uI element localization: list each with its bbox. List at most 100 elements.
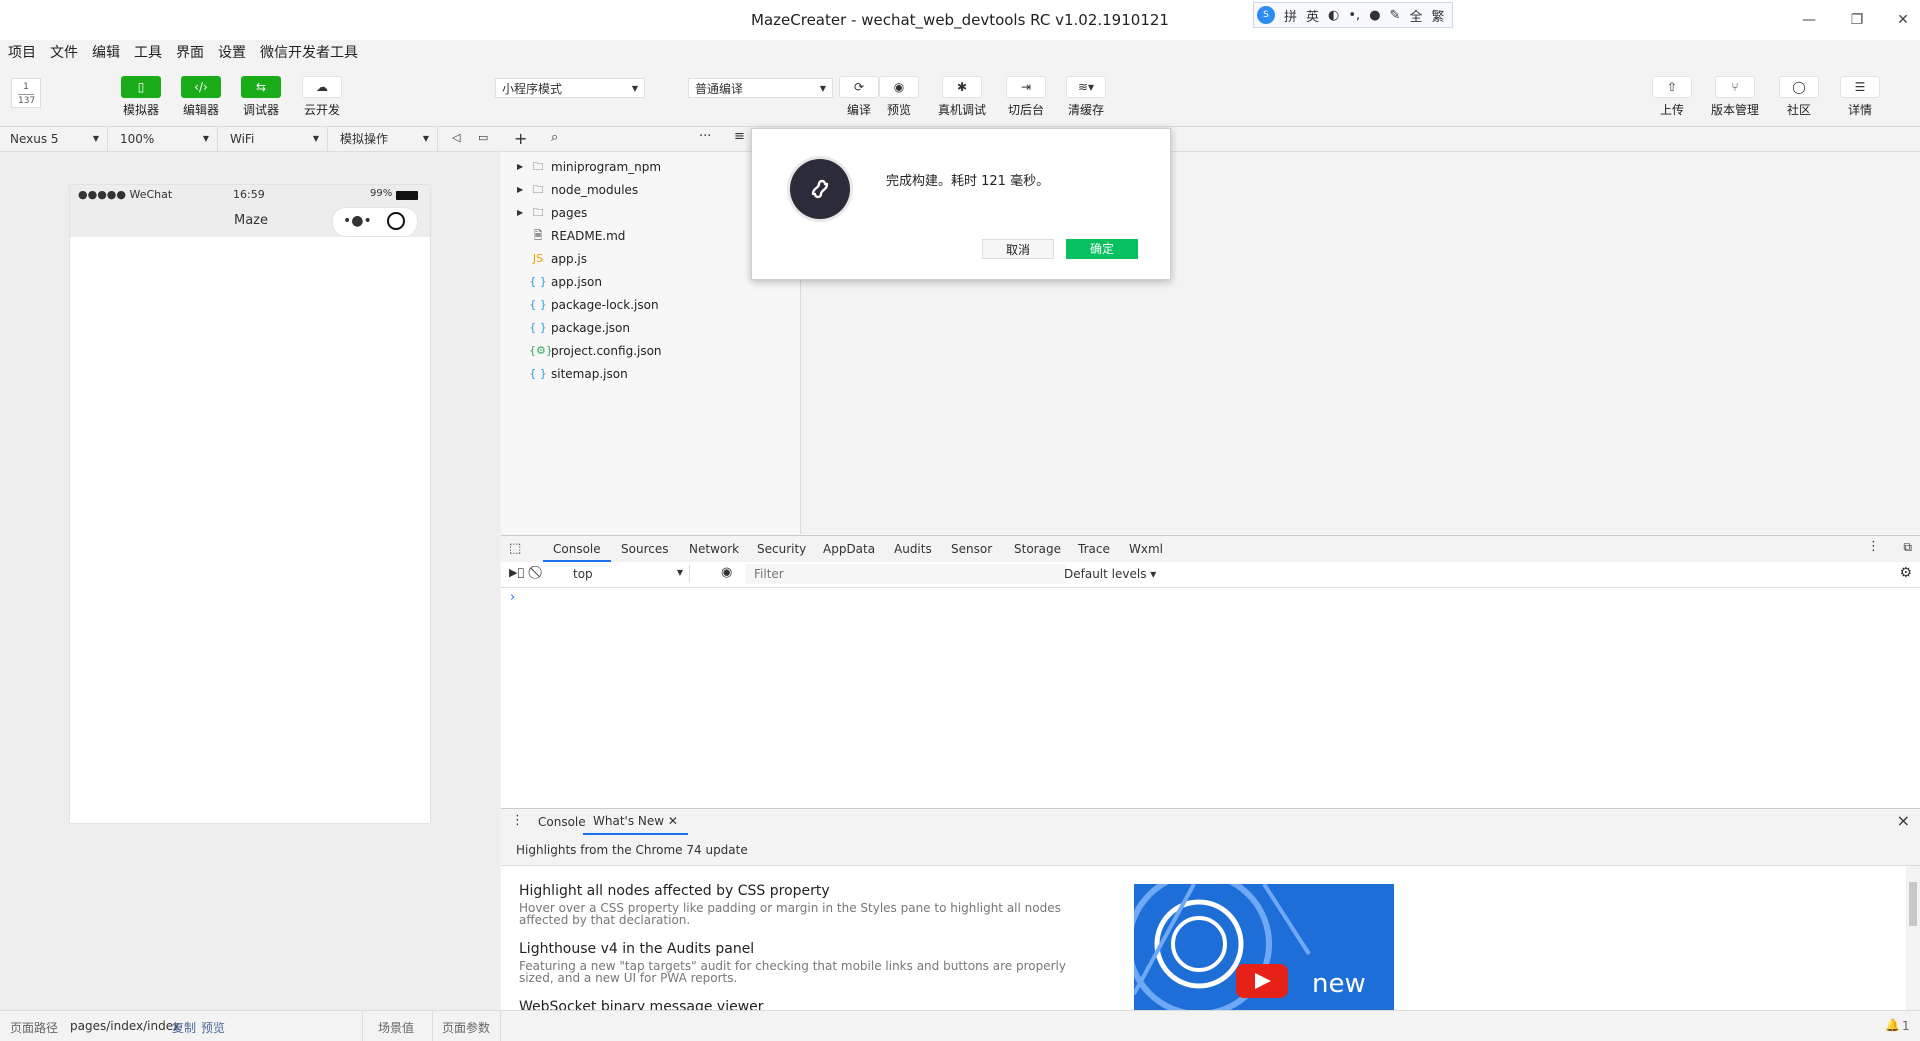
expand-arrow-icon[interactable]: ▶ xyxy=(517,202,529,224)
ime-pen-icon[interactable]: ✎ xyxy=(1390,8,1401,23)
devtools-tab-audits[interactable]: Audits xyxy=(894,536,932,562)
console-output[interactable]: › xyxy=(501,588,1920,808)
cloud-button[interactable]: ☁ 云开发 xyxy=(294,76,350,118)
file-tree-item[interactable]: {⚙} project.config.json xyxy=(517,340,662,362)
operation-select[interactable]: 模拟操作 ▼ xyxy=(330,127,438,151)
tab-close-icon[interactable]: ✕ xyxy=(668,814,678,828)
file-tree-item[interactable]: { } sitemap.json xyxy=(517,363,627,385)
file-tree-item[interactable]: ▶ 🗀 pages xyxy=(517,202,587,224)
ime-punct-icon[interactable]: •, xyxy=(1348,8,1360,23)
close-target-icon[interactable] xyxy=(387,212,405,230)
ime-traditional[interactable]: 繁 xyxy=(1431,6,1444,25)
simulator-button[interactable]: ▯ 模拟器 xyxy=(113,76,169,118)
ok-button[interactable]: 确定 xyxy=(1066,239,1138,259)
drawer-tab-console[interactable]: Console xyxy=(538,815,586,829)
menu-interface[interactable]: 界面 xyxy=(176,45,204,61)
file-tree-item[interactable]: 🗎 README.md xyxy=(517,225,626,247)
network-select[interactable]: WiFi ▼ xyxy=(220,127,328,151)
detach-icon[interactable]: ▭ xyxy=(478,131,488,144)
more-icon[interactable]: ··· xyxy=(699,129,711,144)
device-select[interactable]: Nexus 5 ▼ xyxy=(0,127,108,151)
devtools-tab-sensor[interactable]: Sensor xyxy=(951,536,992,562)
eye-icon[interactable]: ◉ xyxy=(721,565,732,580)
editor-button[interactable]: ‹/› 编辑器 xyxy=(173,76,229,118)
devtools-tab-sources[interactable]: Sources xyxy=(621,536,668,562)
scrollbar[interactable] xyxy=(1906,866,1920,1010)
menu-file[interactable]: 文件 xyxy=(50,45,78,61)
gear-icon[interactable]: ⚙ xyxy=(1899,565,1912,581)
remote-debug-button[interactable]: ✱ 真机调试 xyxy=(934,76,990,118)
drawer-menu-icon[interactable]: ⋮ xyxy=(511,813,524,828)
scrollbar-thumb[interactable] xyxy=(1909,882,1917,926)
devtools-tab-console[interactable]: Console xyxy=(543,536,611,562)
mode-select[interactable]: 小程序模式 ▼ xyxy=(495,78,645,98)
whats-new-item[interactable]: Highlight all nodes affected by CSS prop… xyxy=(519,883,1089,926)
ime-mic-icon[interactable]: ● xyxy=(1369,8,1380,23)
version-button[interactable]: ⑂ 版本管理 xyxy=(1707,76,1763,118)
zoom-select[interactable]: 100% ▼ xyxy=(110,127,218,151)
devtools-tab-wxml[interactable]: Wxml xyxy=(1129,536,1163,562)
cancel-button[interactable]: 取消 xyxy=(982,239,1054,259)
more-vert-icon[interactable]: ⋮ xyxy=(1867,539,1880,554)
menu-edit[interactable]: 编辑 xyxy=(92,45,120,61)
ime-toolbar[interactable]: S 拼 英 ◐ •, ● ✎ 全 繁 xyxy=(1253,2,1454,28)
menu-settings[interactable]: 设置 xyxy=(218,45,246,61)
file-tree-item[interactable]: ▶ 🗀 miniprogram_npm xyxy=(517,156,661,178)
menu-project[interactable]: 项目 xyxy=(8,45,36,61)
ime-english[interactable]: 英 xyxy=(1306,6,1319,25)
page-params-button[interactable]: 页面参数 xyxy=(442,1019,490,1036)
bell-icon[interactable]: 🔔 xyxy=(1885,1018,1900,1032)
file-tree-item[interactable]: { } app.json xyxy=(517,271,602,293)
preview-button[interactable]: ◉ 预览 xyxy=(871,76,927,118)
details-button[interactable]: ☰ 详情 xyxy=(1832,76,1888,118)
whats-new-item[interactable]: Lighthouse v4 in the Audits panel Featur… xyxy=(519,941,1089,984)
clear-cache-button[interactable]: ≋▾ 清缓存 xyxy=(1058,76,1114,118)
inspect-icon[interactable]: ⬚ xyxy=(509,541,521,556)
upload-button[interactable]: ⇧ 上传 xyxy=(1644,76,1700,118)
expand-arrow-icon[interactable]: ▶ xyxy=(517,156,529,178)
add-icon[interactable]: + xyxy=(514,129,527,148)
devtools-tab-storage[interactable]: Storage xyxy=(1014,536,1061,562)
preview-link[interactable]: 预览 xyxy=(201,1019,225,1036)
search-icon[interactable]: ⌕ xyxy=(551,130,558,145)
file-tree-item[interactable]: { } package-lock.json xyxy=(517,294,658,316)
debugger-button[interactable]: ⇆ 调试器 xyxy=(233,76,289,118)
copy-link[interactable]: 复制 xyxy=(172,1019,196,1036)
capsule-menu[interactable]: •●• xyxy=(332,207,418,237)
collapse-icon[interactable]: ≡ xyxy=(734,129,745,144)
devtools-tab-network[interactable]: Network xyxy=(689,536,739,562)
file-tree-item[interactable]: ▶ 🗀 node_modules xyxy=(517,179,638,201)
sidebar-toggle-icon[interactable]: ▶⃞ xyxy=(509,566,524,579)
whats-new-item[interactable]: WebSocket binary message viewer xyxy=(519,999,764,1010)
restore-button[interactable]: ❐ xyxy=(1845,8,1869,32)
scene-button[interactable]: 场景值 xyxy=(378,1019,414,1036)
menu-wechat-devtools[interactable]: 微信开发者工具 xyxy=(260,45,358,61)
minimize-button[interactable]: — xyxy=(1797,8,1821,32)
phone-screen[interactable]: ●●●●● WeChat 16:59 99% Maze •●• xyxy=(70,185,430,823)
avatar[interactable]: 1 137 xyxy=(11,78,41,108)
devtools-tab-trace[interactable]: Trace xyxy=(1078,536,1110,562)
context-select[interactable]: top ▼ xyxy=(559,565,690,583)
levels-select[interactable]: Default levels ▾ xyxy=(1064,567,1156,581)
console-filter-input[interactable] xyxy=(746,564,1066,584)
drawer-tab-whats-new[interactable]: What's New ✕ xyxy=(583,809,688,835)
devtools-tab-security[interactable]: Security xyxy=(757,536,806,562)
compile-mode-select[interactable]: 普通编译 ▼ xyxy=(688,78,833,98)
expand-arrow-icon[interactable]: ▶ xyxy=(517,179,529,201)
devtools-tab-appdata[interactable]: AppData xyxy=(823,536,875,562)
undock-icon[interactable]: ⧉ xyxy=(1903,540,1912,555)
file-tree-item[interactable]: JS app.js xyxy=(517,248,587,270)
close-button[interactable]: ✕ xyxy=(1891,8,1915,32)
youtube-play-icon[interactable] xyxy=(1236,964,1288,998)
ime-fullwidth[interactable]: 全 xyxy=(1409,6,1422,25)
mute-icon[interactable]: ◁ xyxy=(452,131,460,144)
ime-pinyin[interactable]: 拼 xyxy=(1284,6,1297,25)
menu-tools[interactable]: 工具 xyxy=(134,45,162,61)
drawer-close-icon[interactable]: × xyxy=(1897,811,1910,830)
whats-new-video[interactable]: new xyxy=(1134,884,1394,1010)
ime-moon-icon[interactable]: ◐ xyxy=(1328,8,1339,23)
background-button[interactable]: ⇥ 切后台 xyxy=(998,76,1054,118)
community-button[interactable]: ◯ 社区 xyxy=(1771,76,1827,118)
file-tree-item[interactable]: { } package.json xyxy=(517,317,630,339)
more-icon[interactable]: •●• xyxy=(343,213,372,229)
